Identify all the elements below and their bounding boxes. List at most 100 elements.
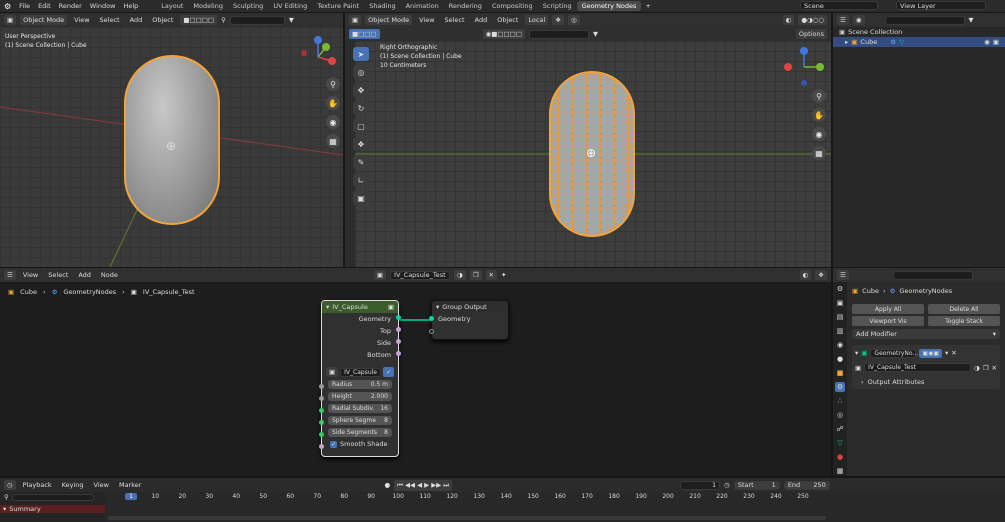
fake-user-shield-icon[interactable]: ✓ [383,367,395,377]
scale-tool-icon[interactable]: ▢ [353,119,369,133]
display-mode-icon[interactable]: ◉ [852,15,865,25]
radius-input-socket[interactable] [319,384,324,389]
snap-icon[interactable]: ❖ [815,270,827,280]
timeline-scrollbar[interactable] [108,516,826,520]
node-tree-type-icon[interactable]: ▣ [373,270,387,280]
toggle-stack-button[interactable]: Toggle Stack [928,316,1000,326]
height-input-socket[interactable] [319,396,324,401]
current-frame-field[interactable]: 1 [680,480,721,490]
field-sphere-segments[interactable]: Sphere Segme 8 [328,416,392,425]
node-menu-view[interactable]: View [20,271,41,279]
timeline-menu-playback[interactable]: Playback [20,481,55,489]
fake-user-icon[interactable]: ◑ [974,364,980,372]
mode-dropdown[interactable]: Object Mode [365,15,413,25]
node-menu-select[interactable]: Select [45,271,71,279]
menu-window[interactable]: Window [86,2,120,10]
orientation-dropdown[interactable]: Local [525,15,549,25]
filter-icon[interactable]: ▼ [593,30,598,38]
timeline-ruler[interactable]: 1 10 20 30 40 50 60 70 80 90 100 110 120 130 140 150 160… [106,492,826,504]
node-group-icon[interactable]: ▣ [388,303,394,311]
properties-search[interactable] [892,270,973,280]
timeline-search[interactable] [11,493,94,501]
menu-edit[interactable]: Edit [34,2,55,10]
annotate-tool-icon[interactable]: ✎ [353,155,369,169]
node-group-field[interactable]: IV_Capsule_Test [864,363,972,372]
start-frame-field[interactable]: Start 1 [733,480,780,490]
group-datablock-field[interactable]: IV_Capsule [340,367,381,377]
workspace-tab-texture-paint[interactable]: Texture Paint [312,1,364,11]
texture-tab-icon[interactable]: ▦ [835,466,845,476]
measure-tool-icon[interactable]: ∟ [353,173,369,187]
rotate-tool-icon[interactable]: ↻ [353,101,369,115]
modifier-toggle-icons[interactable]: ▣◉▣ [919,348,942,358]
add-modifier-dropdown[interactable]: Add Modifier ▾ [852,329,1000,339]
side-output-socket[interactable] [396,339,401,344]
selectability-icons[interactable]: ◉■□□□□ [482,29,525,39]
timeline-menu-marker[interactable]: Marker [116,481,144,489]
duplicate-icon[interactable]: ❐ [469,270,482,280]
workspace-tab-animation[interactable]: Animation [401,1,444,11]
view-layer-tab-icon[interactable]: ▥ [835,326,845,336]
scene-field[interactable]: Scene [800,1,878,10]
render-tab-icon[interactable]: ▣ [835,298,845,308]
duplicate-icon[interactable]: ❐ [983,364,989,372]
camera-icon[interactable]: ◉ [326,115,340,129]
pan-hand-icon[interactable]: ✋ [326,96,340,110]
scene-tab-icon[interactable]: ◉ [835,340,845,350]
workspace-tab-shading[interactable]: Shading [364,1,400,11]
mode-dropdown[interactable]: Object Mode [20,15,68,25]
workspace-tab-modeling[interactable]: Modeling [188,1,228,11]
editor-type-icon[interactable]: ☰ [837,270,849,280]
filter-icon[interactable]: ▼ [969,16,974,24]
menu-help[interactable]: Help [119,2,142,10]
summary-row[interactable]: ▾ Summary [0,505,105,513]
editor-type-icon[interactable]: ☰ [4,270,16,280]
visibility-eye-icon[interactable]: ◉ [984,38,990,46]
physics-tab-icon[interactable]: ◎ [835,410,845,420]
viewport-left-search[interactable] [229,15,285,25]
add-cube-tool-icon[interactable]: ▣ [353,191,369,205]
collapse-arrow-icon[interactable]: ▾ [326,303,329,311]
field-height[interactable]: Height 2.000 [328,392,392,401]
timeline-menu-keying[interactable]: Keying [59,481,87,489]
editor-type-icon[interactable]: ▣ [349,15,362,25]
node-overlay-icon[interactable]: ◐ [799,270,812,280]
workspace-tab-scripting[interactable]: Scripting [538,1,577,11]
collapse-arrow-icon[interactable]: ▾ [3,505,6,513]
menu-file[interactable]: File [15,2,34,10]
field-radius[interactable]: Radius 0.5 m [328,380,392,389]
viewport-right-menu-select[interactable]: Select [442,16,468,24]
field-side-segments[interactable]: Side Segments 8 [328,428,392,437]
collapse-arrow-icon[interactable]: ▾ [855,349,858,357]
editor-type-icon[interactable]: ◷ [4,480,16,490]
node-tree-icon[interactable]: ▣ [326,367,339,377]
workspace-tab-rendering[interactable]: Rendering [444,1,487,11]
delete-all-button[interactable]: Delete All [928,304,1000,314]
cursor-tool-icon[interactable]: ◎ [353,65,369,79]
data-tab-icon[interactable]: ▽ [835,438,845,448]
viewport-right-menu-view[interactable]: View [416,16,437,24]
group-node-header[interactable]: ▾ IV_Capsule ▣ [322,301,398,313]
timeline-playhead[interactable]: 1 [125,493,137,500]
world-tab-icon[interactable]: ● [835,354,845,364]
output-tab-icon[interactable]: ▤ [835,312,845,322]
viewport-vis-button[interactable]: Viewport Vis [852,316,924,326]
viewport-left[interactable]: User Perspective (1) Scene Collection | … [0,27,343,267]
group-output-header[interactable]: ▾ Group Output [432,301,508,313]
timeline-body[interactable]: ⚲ ▾ Summary 1 10 20 30 40 50 60 70 80 90 100 110 120… [0,492,1005,522]
apply-all-button[interactable]: Apply All [852,304,924,314]
zoom-icon[interactable]: ⚲ [326,77,340,91]
output-attributes-row[interactable]: › Output Attributes [855,378,997,386]
object-tab-icon[interactable]: ■ [835,368,845,378]
record-icon[interactable]: ● [384,481,390,489]
camera-icon[interactable]: ◉ [812,127,826,141]
navigation-gizmo[interactable] [782,45,826,91]
outliner-search[interactable] [884,15,965,25]
shading-modes-icons[interactable]: ●◑○○ [798,15,827,25]
snap-icon[interactable]: ❖ [552,15,565,25]
viewport-left-menu-add[interactable]: Add [127,16,146,24]
node-tree-name-field[interactable]: IV_Capsule_Test [390,270,451,280]
modifier-name-field[interactable]: GeometryNo... [870,348,918,358]
viewport-right-menu-add[interactable]: Add [472,16,491,24]
tool-tab-icon[interactable]: ⚙ [835,284,845,294]
